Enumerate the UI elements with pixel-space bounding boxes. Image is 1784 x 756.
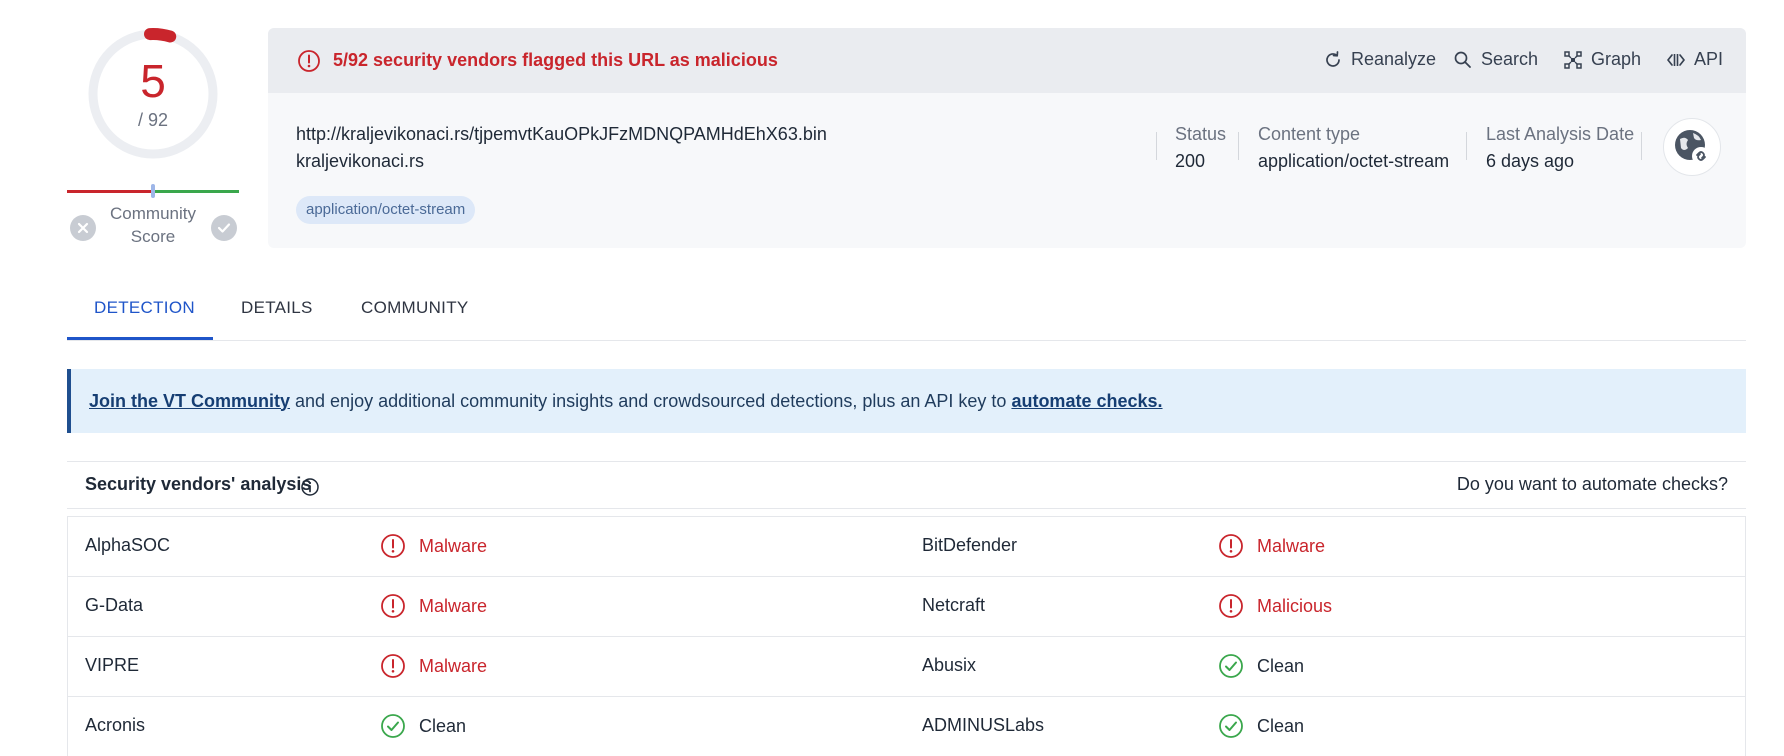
malicious-alert-text: 5/92 security vendors flagged this URL a…	[333, 50, 778, 70]
api-icon	[1667, 53, 1685, 66]
vendor-name: VIPRE	[85, 655, 140, 675]
globe-link-icon	[1675, 130, 1710, 165]
vendor-result: Clean	[1218, 653, 1304, 679]
vendor-row: VIPRE Malware Abusix Clean	[68, 637, 1745, 697]
vendor-result-label: Clean	[419, 715, 467, 736]
reanalyze-label: Reanalyze	[1351, 49, 1437, 69]
vendor-result: Malware	[380, 653, 487, 679]
vendors-title: Security vendors' analysis	[85, 474, 312, 494]
check-circle-icon	[1219, 654, 1243, 678]
search-icon	[1454, 51, 1471, 68]
detection-count: 5	[140, 55, 166, 107]
tab-detection[interactable]: DETECTION	[94, 298, 195, 318]
last-analysis-label: Last Analysis Date	[1486, 124, 1635, 144]
meta-divider	[1641, 132, 1642, 160]
vendor-result-label: Malicious	[1257, 595, 1333, 616]
vendor-result-label: Clean	[1257, 715, 1305, 736]
content-type-tag[interactable]: application/octet-stream	[296, 196, 476, 224]
check-circle-icon	[1219, 714, 1243, 738]
vendor-result-label: Malware	[419, 535, 488, 556]
close-icon	[77, 222, 89, 234]
vendor-result-label: Malware	[1257, 535, 1326, 556]
tab-details[interactable]: DETAILS	[241, 298, 313, 318]
vendor-result: Clean	[380, 713, 466, 739]
status-value: 200	[1175, 151, 1206, 171]
banner-text: and enjoy additional community insights …	[290, 390, 1012, 411]
vendor-result: Malware	[380, 593, 487, 619]
url-lookup-button[interactable]	[1663, 118, 1721, 176]
graph-label: Graph	[1591, 49, 1642, 69]
vendor-row: G-Data Malware Netcraft Malicious	[68, 577, 1745, 637]
api-button[interactable]: API	[1666, 49, 1723, 70]
automate-checks-prompt[interactable]: Do you want to automate checks?	[1457, 474, 1728, 495]
api-label: API	[1694, 49, 1724, 69]
graph-button[interactable]: Graph	[1563, 49, 1641, 70]
vendor-name: ADMINUSLabs	[922, 715, 1045, 735]
community-score-bar	[67, 184, 239, 198]
alert-circle-icon	[381, 654, 405, 678]
community-score-label: Community Score	[110, 204, 196, 246]
join-community-link[interactable]: Join the VT Community	[89, 391, 290, 411]
search-label: Search	[1481, 49, 1539, 69]
vendors-table: AlphaSOC Malware BitDefender Malware G-Data M…	[67, 516, 1746, 756]
active-tab-indicator	[67, 337, 213, 340]
detection-total: / 92	[137, 110, 169, 130]
alert-circle-icon	[381, 594, 405, 618]
content-type-value: application/octet-stream	[1258, 151, 1450, 171]
vendor-name: G-Data	[85, 595, 144, 615]
vendor-result: Malware	[380, 533, 487, 559]
vendor-result: Malware	[1218, 533, 1325, 559]
meta-divider	[1156, 132, 1157, 160]
check-circle-icon	[381, 714, 405, 738]
community-banner: Join the VT Community and enjoy addition…	[67, 369, 1746, 433]
reanalyze-button[interactable]: Reanalyze	[1323, 49, 1436, 70]
vendor-name: AlphaSOC	[85, 535, 171, 555]
vendors-header: Security vendors' analysis Do you want t…	[67, 461, 1746, 509]
graph-icon	[1564, 50, 1582, 69]
refresh-icon	[1326, 50, 1340, 67]
vendor-result: Malicious	[1218, 593, 1332, 619]
vendor-name: Abusix	[922, 655, 977, 675]
vote-harmful-button[interactable]	[70, 215, 96, 241]
status-label: Status	[1175, 124, 1227, 144]
last-analysis-value: 6 days ago	[1486, 151, 1575, 171]
vendor-row: Acronis Clean ADMINUSLabs Clean	[68, 697, 1745, 756]
alert-circle-icon	[381, 534, 405, 558]
community-score-marker	[151, 184, 155, 198]
alert-circle-icon	[298, 50, 320, 72]
automate-checks-link[interactable]: automate checks.	[1011, 391, 1162, 411]
vendor-result-label: Malware	[419, 595, 488, 616]
vendor-name: Netcraft	[922, 595, 986, 615]
vendor-result: Clean	[1218, 713, 1304, 739]
detection-score-arc	[144, 28, 177, 43]
meta-divider	[1238, 132, 1239, 160]
scanned-url[interactable]: http://kraljevikonaci.rs/tjpemvtKauOPkJF…	[296, 124, 827, 145]
vendor-result-label: Clean	[1257, 655, 1305, 676]
analysis-tabs: DETECTION DETAILS COMMUNITY	[67, 280, 1746, 341]
vendor-name: BitDefender	[922, 535, 1018, 555]
vendor-row: AlphaSOC Malware BitDefender Malware	[68, 517, 1745, 577]
content-type-label: Content type	[1258, 124, 1361, 144]
alert-circle-icon	[1219, 594, 1243, 618]
tab-community[interactable]: COMMUNITY	[361, 298, 469, 318]
vendor-name: Acronis	[85, 715, 146, 735]
url-summary-card: 5/92 security vendors flagged this URL a…	[268, 28, 1746, 248]
scanned-domain[interactable]: kraljevikonaci.rs	[296, 151, 424, 172]
check-icon	[217, 223, 231, 233]
search-button[interactable]: Search	[1453, 49, 1538, 70]
meta-divider	[1466, 132, 1467, 160]
vendor-result-label: Malware	[419, 655, 488, 676]
alert-circle-icon	[1219, 534, 1243, 558]
info-icon[interactable]	[300, 477, 320, 497]
vote-harmless-button[interactable]	[211, 215, 237, 241]
alert-bar: 5/92 security vendors flagged this URL a…	[268, 28, 1746, 93]
